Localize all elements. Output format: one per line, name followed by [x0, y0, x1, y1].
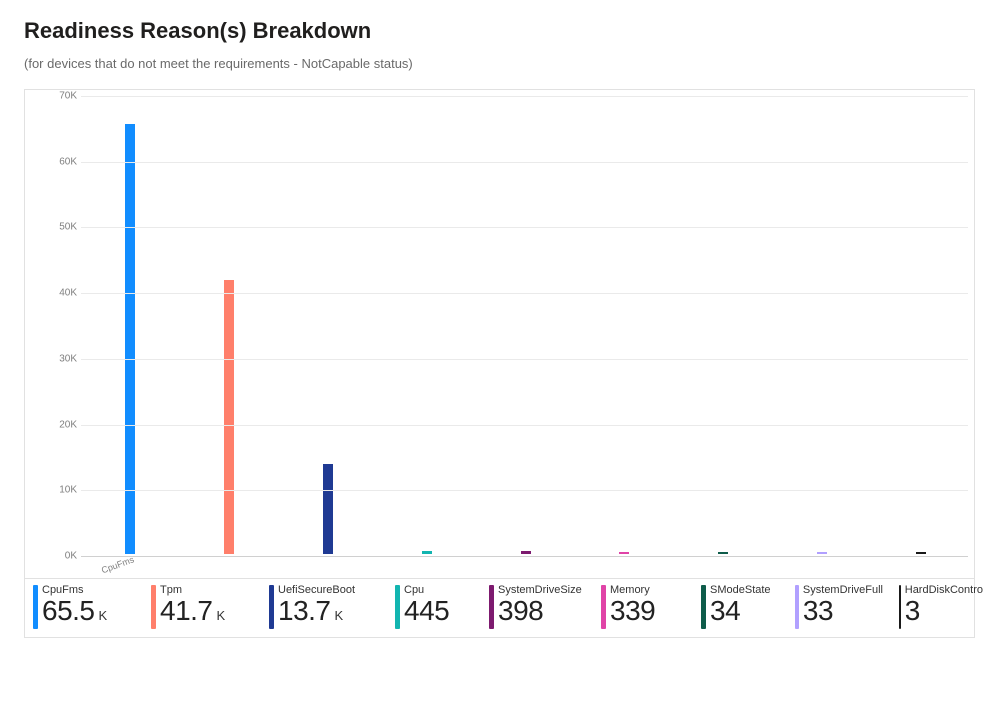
chart-bar[interactable]: [817, 552, 827, 554]
card-text: SystemDriveSize398: [498, 585, 582, 625]
card-text: Memory339: [610, 585, 655, 625]
y-axis-tick: 0K: [43, 551, 77, 562]
card-number: 41.7: [160, 597, 213, 625]
y-axis-tick: 30K: [43, 353, 77, 364]
card-value: 3: [905, 597, 983, 625]
card-number: 3: [905, 597, 920, 625]
card-value: 65.5 K: [42, 597, 107, 625]
card-value: 445: [404, 597, 449, 625]
summary-card[interactable]: Memory339: [593, 585, 693, 629]
x-axis-label: CpuFms: [100, 554, 135, 575]
card-number: 398: [498, 597, 543, 625]
card-accent: [899, 585, 901, 629]
card-text: Tpm41.7K: [160, 585, 225, 625]
y-axis-tick: 20K: [43, 419, 77, 430]
card-number: 34: [710, 597, 740, 625]
chart-plot-area: 0K10K20K30K40K50K60K70KCpuFms: [81, 96, 968, 554]
summary-card[interactable]: Cpu445: [387, 585, 481, 629]
page-subtitle: (for devices that do not meet the requir…: [24, 56, 975, 71]
card-accent: [269, 585, 274, 629]
gridline: [81, 359, 968, 360]
gridline: [81, 162, 968, 163]
summary-card[interactable]: Tpm41.7K: [143, 585, 261, 629]
gridline: [81, 96, 968, 97]
card-text: Cpu445: [404, 585, 449, 625]
card-number: 33: [803, 597, 833, 625]
card-unit: K: [217, 609, 226, 622]
summary-card[interactable]: HardDiskContro3: [891, 585, 991, 629]
card-number: 65.5: [42, 597, 95, 625]
card-value: 339: [610, 597, 655, 625]
card-accent: [795, 585, 799, 629]
y-axis-tick: 50K: [43, 222, 77, 233]
card-text: SystemDriveFull33: [803, 585, 883, 625]
card-accent: [151, 585, 156, 629]
y-axis-tick: 60K: [43, 156, 77, 167]
card-number: 13.7: [278, 597, 331, 625]
card-text: CpuFms65.5K: [42, 585, 107, 625]
card-value: 398: [498, 597, 582, 625]
summary-card[interactable]: SystemDriveSize398: [481, 585, 593, 629]
readiness-chart: 0K 10K 20K 30K 40K 50K 60K 70K CpuFms: [24, 89, 975, 579]
card-value: 33: [803, 597, 883, 625]
card-text: SModeState34: [710, 585, 771, 625]
chart-bar[interactable]: [916, 552, 926, 554]
chart-bar[interactable]: [619, 552, 629, 554]
card-unit: K: [335, 609, 344, 622]
gridline: [81, 425, 968, 426]
chart-bar[interactable]: [224, 280, 234, 554]
card-accent: [395, 585, 400, 629]
y-axis-tick: 10K: [43, 485, 77, 496]
summary-card[interactable]: UefiSecureBoot13.7K: [261, 585, 387, 629]
summary-card[interactable]: SModeState34: [693, 585, 787, 629]
summary-cards: CpuFms65.5KTpm41.7KUefiSecureBoot13.7KCp…: [24, 579, 975, 638]
card-value: 34: [710, 597, 771, 625]
summary-card[interactable]: CpuFms65.5K: [25, 585, 143, 629]
y-axis-tick: 70K: [43, 91, 77, 102]
chart-bar[interactable]: [422, 551, 432, 554]
gridline: [81, 490, 968, 491]
card-value: 13.7 K: [278, 597, 355, 625]
card-number: 339: [610, 597, 655, 625]
card-text: HardDiskContro3: [905, 585, 983, 625]
chart-bar[interactable]: [323, 464, 333, 554]
gridline: [81, 556, 968, 557]
card-text: UefiSecureBoot13.7K: [278, 585, 355, 625]
card-accent: [601, 585, 606, 629]
gridline: [81, 227, 968, 228]
card-number: 445: [404, 597, 449, 625]
y-axis-tick: 40K: [43, 288, 77, 299]
card-accent: [33, 585, 38, 629]
card-accent: [489, 585, 494, 629]
chart-bar[interactable]: [718, 552, 728, 554]
card-unit: K: [99, 609, 108, 622]
card-accent: [701, 585, 706, 629]
card-value: 41.7 K: [160, 597, 225, 625]
chart-bars: [81, 96, 968, 554]
gridline: [81, 293, 968, 294]
chart-bar[interactable]: [521, 551, 531, 554]
summary-card[interactable]: SystemDriveFull33: [787, 585, 891, 629]
page-title: Readiness Reason(s) Breakdown: [24, 18, 975, 44]
